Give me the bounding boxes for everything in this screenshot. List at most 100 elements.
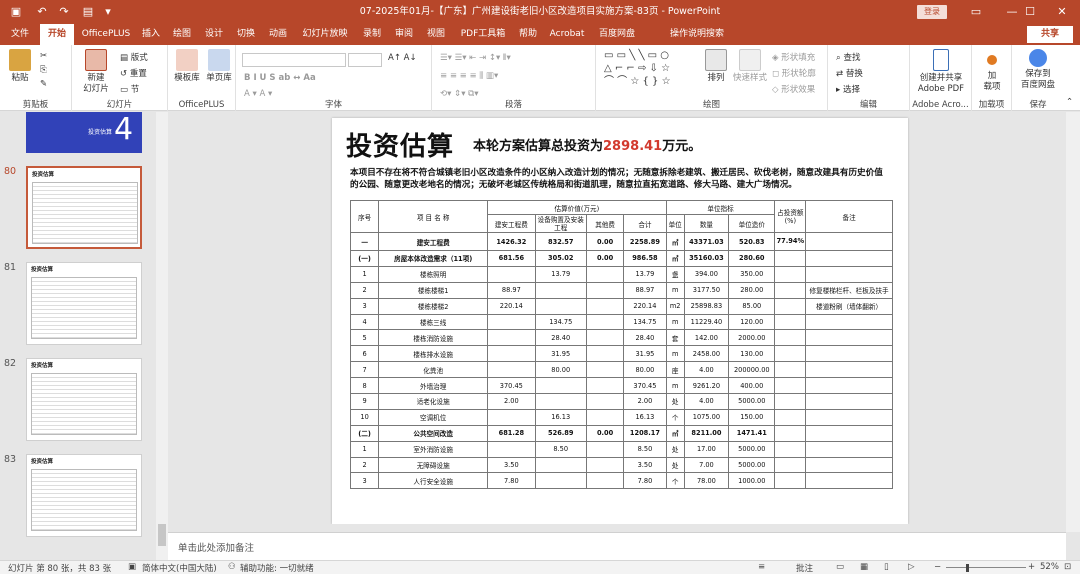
tab-home[interactable]: 开始	[40, 24, 74, 45]
tab-help[interactable]: 帮助	[514, 24, 542, 45]
single-page-library-button[interactable]: 单页库	[204, 49, 234, 84]
tell-me-search[interactable]: 操作说明搜索	[654, 24, 740, 45]
shape-effects-button[interactable]: ◇ 形状效果	[772, 83, 815, 95]
spellcheck-icon[interactable]: ▣	[128, 562, 136, 572]
autosave-icon[interactable]: ▣	[8, 4, 24, 20]
normal-view-icon[interactable]: ▭	[836, 562, 844, 572]
investment-table[interactable]: 序号 项 目 名 称 估算价值(万元) 单位指标 占投资额(%) 备注 建安工程…	[349, 200, 893, 490]
thumbnail-81[interactable]: 投资估算	[26, 262, 142, 345]
slideshow-icon[interactable]: ▷	[908, 562, 915, 572]
font-size-select[interactable]	[348, 53, 382, 67]
zoom-slider-thumb[interactable]	[966, 564, 969, 572]
replace-button[interactable]: ⇄ 替换	[836, 67, 863, 79]
tab-insert[interactable]: 插入	[138, 24, 164, 45]
section-button[interactable]: ▭ 节	[120, 83, 139, 95]
font-family-select[interactable]	[242, 53, 346, 67]
customize-qat-icon[interactable]: ▾	[100, 4, 116, 20]
cell-remark	[805, 250, 893, 267]
font-style-buttons[interactable]: B I U S ab ↔ Aa	[244, 73, 316, 83]
shape-outline-button[interactable]: ◻ 形状轮廓	[772, 67, 816, 79]
tab-draw[interactable]: 绘图	[168, 24, 196, 45]
accessibility-icon[interactable]: ⚇	[228, 562, 236, 572]
cell-price: 350.00	[728, 265, 776, 283]
copy-icon[interactable]: ⎘	[40, 65, 47, 75]
tab-officeplus[interactable]: OfficePLUS	[78, 24, 134, 45]
tab-view[interactable]: 视图	[422, 24, 450, 45]
find-button[interactable]: ⌕ 查找	[836, 51, 860, 63]
font-grow-icon[interactable]: A↑ A↓	[388, 53, 417, 63]
login-button[interactable]: 登录	[917, 5, 947, 19]
thumbnail-79[interactable]: 投资估算 4	[26, 112, 142, 153]
format-painter-icon[interactable]: ✎	[40, 79, 47, 89]
ribbon-display-icon[interactable]: ▭	[958, 0, 994, 24]
undo-icon[interactable]: ↶	[34, 4, 50, 20]
save-to-baidu-button[interactable]: 保存到 百度网盘	[1014, 49, 1062, 91]
tab-file[interactable]: 文件	[4, 24, 36, 45]
thumbnail-83[interactable]: 投资估算	[26, 454, 142, 537]
layout-button[interactable]: ▤ 版式	[120, 51, 148, 63]
cell-total: 3.50	[623, 456, 667, 474]
tab-acrobat[interactable]: Acrobat	[546, 24, 588, 45]
reset-button[interactable]: ↺ 重置	[120, 67, 147, 79]
arrange-button[interactable]: 排列	[702, 49, 730, 84]
tab-baidu[interactable]: 百度网盘	[594, 24, 640, 45]
cell-unit: m	[665, 313, 685, 331]
reading-view-icon[interactable]: ▯	[884, 562, 889, 572]
thumbnail-82[interactable]: 投资估算	[26, 358, 142, 441]
select-button[interactable]: ▸ 选择	[836, 83, 860, 95]
fit-slide-icon[interactable]: ⊡	[1064, 562, 1071, 572]
language-status[interactable]: 简体中文(中国大陆)	[142, 562, 217, 574]
tab-pdf-tools[interactable]: PDF工具箱	[454, 24, 512, 45]
tab-transitions[interactable]: 切换	[232, 24, 260, 45]
template-library-button[interactable]: 模板库	[172, 49, 202, 84]
cell-name: 室外消防设施	[378, 440, 489, 458]
comments-button[interactable]: 批注	[796, 562, 813, 574]
zoom-out-icon[interactable]: −	[934, 562, 941, 572]
notes-toggle-icon[interactable]: ≡	[758, 562, 765, 572]
scrollbar-thumb[interactable]	[158, 524, 166, 546]
redo-icon[interactable]: ↷	[56, 4, 72, 20]
thumbnail-80[interactable]: 投资估算	[26, 166, 142, 249]
cell-ratio	[774, 361, 807, 379]
zoom-slider[interactable]	[946, 567, 1026, 568]
cell-price: 2000.00	[728, 329, 776, 347]
addins-icon	[987, 55, 997, 65]
slide-subtitle[interactable]: 本轮方案估算总投资为2898.41万元。	[473, 135, 701, 154]
list-buttons[interactable]: ☰▾ ☰▾ ⇤ ⇥ ↕▾ ⫴▾	[440, 53, 511, 63]
notes-pane[interactable]: 单击此处添加备注	[168, 532, 1066, 560]
close-button[interactable]: ✕	[1044, 0, 1080, 24]
tab-record[interactable]: 录制	[358, 24, 386, 45]
paste-button[interactable]: 粘贴	[6, 49, 34, 84]
slide-title[interactable]: 投资估算	[346, 126, 454, 163]
tab-review[interactable]: 审阅	[390, 24, 418, 45]
tab-design[interactable]: 设计	[200, 24, 228, 45]
slide-body-text[interactable]: 本项目不存在将不符合城镇老旧小区改造条件的小区纳入改造计划的情况；无随意拆除老建…	[350, 167, 886, 191]
cell-price: 85.00	[728, 297, 776, 315]
align-buttons[interactable]: ≡ ≡ ≡ ≡ ⫼ ▥▾	[440, 71, 498, 81]
slide-canvas[interactable]: 投资估算 本轮方案估算总投资为2898.41万元。 本项目不存在将不符合城镇老旧…	[332, 118, 908, 524]
zoom-level[interactable]: 52%	[1040, 562, 1059, 572]
shapes-gallery[interactable]: ▭ ▭ ╲ ╲ ▭ ○ △ ⌐ ⌐ ⇨ ⇩ ☆ ⌒ ⌒ ☆ { } ☆	[604, 49, 671, 88]
present-icon[interactable]: ▤	[80, 4, 96, 20]
accessibility-status[interactable]: 辅助功能: 一切就绪	[240, 562, 314, 574]
cell-seq: 2	[349, 281, 380, 299]
slide-scrollbar[interactable]	[1066, 112, 1080, 532]
cell-name: 化粪池	[378, 361, 489, 379]
cell-equip: 28.40	[534, 329, 587, 347]
thumbnail-scrollbar[interactable]	[156, 112, 168, 560]
create-adobe-pdf-button[interactable]: 创建并共享 Adobe PDF	[912, 49, 970, 95]
header-name: 项 目 名 称	[378, 200, 489, 233]
zoom-in-icon[interactable]: +	[1028, 562, 1035, 572]
addins-button[interactable]: 加 载项	[976, 49, 1008, 93]
cut-icon[interactable]: ✂	[40, 51, 47, 61]
collapse-ribbon-icon[interactable]: ⌃	[1066, 97, 1073, 107]
tab-animations[interactable]: 动画	[264, 24, 292, 45]
shape-fill-button[interactable]: ◈ 形状填充	[772, 51, 815, 63]
share-button[interactable]: 共享	[1027, 26, 1073, 43]
maximize-button[interactable]: ☐	[1012, 0, 1048, 24]
new-slide-button[interactable]: 新建 幻灯片	[78, 49, 114, 95]
slide-sorter-icon[interactable]: ▦	[860, 562, 868, 572]
tab-slideshow[interactable]: 幻灯片放映	[296, 24, 354, 45]
cell-remark	[805, 408, 893, 426]
quick-styles-button[interactable]: 快速样式	[732, 49, 768, 84]
